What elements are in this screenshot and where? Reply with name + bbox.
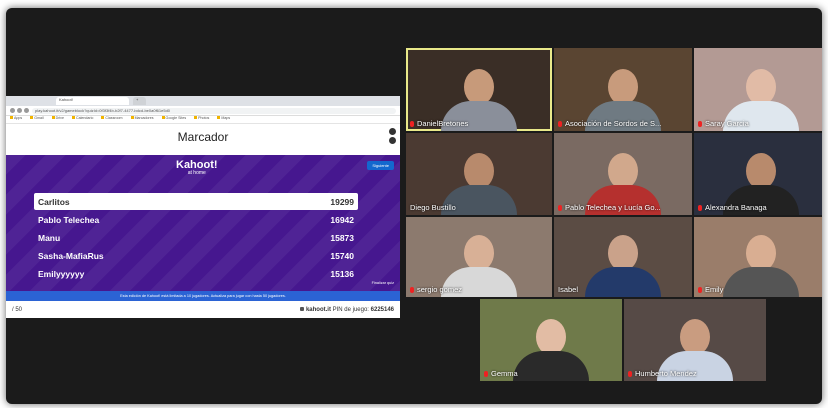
participant-video[interactable]: Emily [694, 217, 822, 297]
question-progress: / 50 [12, 306, 23, 313]
nav-icons [10, 108, 29, 113]
player-limit-notice: Esta edición de Kahoot! está limitada a … [6, 291, 400, 301]
game-pin: 6225146 [370, 306, 394, 313]
muted-mic-icon [558, 204, 562, 211]
leaderboard-row: Manu 15873 [34, 229, 358, 246]
participant-silhouette [513, 319, 589, 381]
leaderboard-row: Carlitos 19299 [34, 193, 358, 210]
participant-video[interactable]: Saray Garcia [694, 48, 822, 131]
new-tab-button[interactable]: + [133, 97, 146, 105]
kahoot-stage: Kahoot! at home Siguiente Carlitos 19299… [6, 155, 400, 291]
participant-video[interactable]: DanielBretones [406, 48, 552, 131]
participant-name-label: Asociación de Sordos de S... [558, 119, 661, 128]
muted-mic-icon [628, 370, 632, 377]
participant-silhouette [585, 235, 661, 297]
bookmark-item[interactable]: Classroom [101, 116, 122, 123]
muted-mic-icon [410, 286, 414, 293]
fullscreen-icon[interactable] [389, 137, 396, 144]
settings-icon[interactable] [389, 128, 396, 135]
player-name: Sasha-MafiaRus [38, 250, 104, 261]
bookmark-item[interactable]: Drive [52, 116, 64, 123]
muted-mic-icon [484, 370, 488, 377]
participant-name-label: Saray Garcia [698, 119, 749, 128]
player-name: Carlitos [38, 196, 70, 207]
join-info: kahoot.it PIN de juego: 6225146 [299, 306, 394, 313]
participant-video[interactable]: sergio gomez [406, 217, 552, 297]
player-name: Emilyyyyyy [38, 268, 85, 279]
player-score: 15873 [330, 232, 354, 243]
participant-name-label: Emily [698, 285, 723, 294]
kahoot-logo: Kahoot! at home [176, 159, 218, 176]
leaderboard-row: Sasha-MafiaRus 15740 [34, 247, 358, 264]
participant-name-label: DanielBretones [410, 119, 468, 128]
muted-mic-icon [410, 120, 414, 127]
bookmark-item[interactable]: Photos [194, 116, 209, 123]
participant-name-label: Diego Bustillo [410, 203, 456, 212]
muted-mic-icon [698, 286, 702, 293]
participant-silhouette [723, 235, 799, 297]
browser-tab[interactable]: Kahoot! [56, 97, 129, 105]
url-input[interactable]: play.kahoot.it/v2/gameblock?quizId=0f3f3… [32, 107, 396, 114]
participant-name-label: Alexandra Banaga [698, 203, 767, 212]
bookmark-item[interactable]: Calendario [72, 116, 93, 123]
leaderboard: Carlitos 19299 Pablo Telechea 16942 Manu… [34, 193, 358, 283]
lock-icon [299, 306, 304, 311]
participant-video[interactable]: Gemma [480, 299, 622, 381]
muted-mic-icon [698, 120, 702, 127]
shared-screen: Kahoot! + play.kahoot.it/v2/gameblock?qu… [6, 96, 400, 318]
muted-mic-icon [698, 204, 702, 211]
participant-video[interactable]: Alexandra Banaga [694, 133, 822, 215]
address-bar-row: play.kahoot.it/v2/gameblock?quizId=0f3f3… [6, 106, 400, 116]
scoreboard-title: Marcador [177, 130, 229, 144]
player-name: Pablo Telechea [38, 214, 100, 225]
participant-video[interactable]: Pablo Telechea y Lucía Go... [554, 133, 692, 215]
participant-name-label: Humberto Mendez [628, 369, 697, 378]
participant-video[interactable]: Diego Bustillo [406, 133, 552, 215]
end-quiz-link[interactable]: Finalizar quiz [372, 281, 394, 285]
player-score: 15136 [330, 268, 354, 279]
side-controls [389, 128, 396, 144]
player-name: Manu [38, 232, 61, 243]
browser-tab-strip: Kahoot! + [6, 96, 400, 106]
participant-video[interactable]: Asociación de Sordos de S... [554, 48, 692, 131]
forward-icon[interactable] [17, 108, 22, 113]
player-score: 15740 [330, 250, 354, 261]
bookmark-item[interactable]: Marcadores [131, 116, 154, 123]
muted-mic-icon [558, 120, 562, 127]
participant-video[interactable]: Isabel [554, 217, 692, 297]
video-call-window: Kahoot! + play.kahoot.it/v2/gameblock?qu… [6, 8, 822, 404]
page-title: Marcador [6, 124, 400, 150]
participant-name-label: Isabel [558, 285, 579, 294]
leaderboard-row: Emilyyyyyy 15136 [34, 265, 358, 282]
back-icon[interactable] [10, 108, 15, 113]
bookmark-item[interactable]: Apps [10, 116, 22, 123]
next-button[interactable]: Siguiente [367, 161, 394, 170]
participant-video[interactable]: Humberto Mendez [624, 299, 766, 381]
bookmark-item[interactable]: Google Sites [162, 116, 187, 123]
participant-name-label: Gemma [484, 369, 518, 378]
bookmarks-bar: Apps Gmail Drive Calendario Classroom Ma… [6, 116, 400, 124]
game-info-bar: / 50 kahoot.it PIN de juego: 6225146 [6, 301, 400, 318]
reload-icon[interactable] [24, 108, 29, 113]
participant-name-label: sergio gomez [410, 285, 462, 294]
join-site: kahoot.it [305, 306, 331, 313]
bookmark-item[interactable]: Maps [217, 116, 230, 123]
pin-label: PIN de juego: [332, 306, 369, 313]
bookmark-item[interactable]: Gmail [30, 116, 43, 123]
leaderboard-row: Pablo Telechea 16942 [34, 211, 358, 228]
player-score: 19299 [330, 196, 354, 207]
player-score: 16942 [330, 214, 354, 225]
participant-name-label: Pablo Telechea y Lucía Go... [558, 203, 661, 212]
